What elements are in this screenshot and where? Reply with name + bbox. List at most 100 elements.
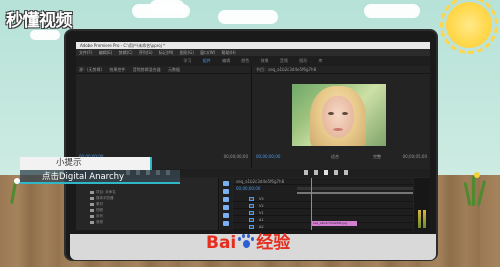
project-panel: 项目: 未命名 媒体浏览器 素材 视频 序列 音频 [76,178,219,230]
tip-accent [150,157,152,170]
menu-bar: 文件(F) 编辑(E) 剪辑(C) 序列(S) 标记(M) 图形(G) 窗口(W… [76,49,430,56]
folder-icon [90,196,94,200]
track-row[interactable]: V1 [233,210,413,216]
cloud [150,0,184,12]
timeline-panel: seq_a1b2c3d4e5f6g7h8 00;00;00;00 V3 V2 V… [233,178,413,230]
program-duration: 00;00;05;00 [402,154,427,159]
folder-icon [90,202,94,206]
tools-panel [220,178,232,230]
portrait-face [322,96,354,138]
audio-meters [414,178,430,230]
menu-sequence[interactable]: 序列(S) [139,50,153,55]
program-timecode[interactable]: 00;00;00;00 [256,154,280,159]
workspace-effects[interactable]: 效果 [261,58,269,63]
monitor: Adobe Premiere Pro - C:\用户\未命名\pproj * 文… [64,29,438,261]
timeline-clip[interactable]: seq_a1b2c3d4e5f6.jpg [311,221,357,226]
folder-icon [90,214,94,218]
app-title-bar: Adobe Premiere Pro - C:\用户\未命名\pproj * [76,42,430,49]
source-monitor-panel: 源：(无剪辑) 效果控件 音频剪辑混合器 元数据 00;00;00;00 00;… [76,66,252,168]
baidu-paw-icon [237,234,255,250]
workspace-bar: 学习 组件 编辑 颜色 效果 音频 图形 库 [76,56,430,66]
slip-tool-icon[interactable] [223,213,229,218]
source-duration: 00;00;00;00 [223,154,248,159]
video-preview [292,84,386,146]
portrait-eye [328,112,334,115]
workspace-libraries[interactable]: 库 [318,58,322,63]
sun-icon [446,2,492,48]
program-mark-in-icon[interactable] [304,170,308,175]
quality-dropdown[interactable]: 完整 [373,154,381,160]
folder-icon [90,190,94,194]
program-mark-out-icon[interactable] [344,170,348,175]
audio-meter-right [423,210,426,228]
track-label: V3 [259,197,264,201]
fit-dropdown[interactable]: 适合 [331,154,339,160]
work-area-bar[interactable] [297,192,413,194]
program-play-icon[interactable] [324,170,328,175]
program-step-forward-icon[interactable] [334,170,338,175]
premiere-window: Adobe Premiere Pro - C:\用户\未命名\pproj * 文… [76,42,430,230]
track-select-tool-icon[interactable] [223,189,229,194]
menu-edit[interactable]: 编辑(E) [99,50,113,55]
workspace-color[interactable]: 颜色 [241,58,249,63]
tab-source[interactable]: 源：(无剪辑) [79,67,102,72]
workspace-assembly[interactable]: 组件 [203,58,211,63]
list-item[interactable]: 媒体浏览器 [90,196,114,201]
grass-blade [472,176,475,206]
source-panel-tabs: 源：(无剪辑) 效果控件 音频剪辑混合器 元数据 [76,66,251,74]
miaodong-logo: 秒懂视频 [6,11,73,31]
baidu-jingyan-watermark: Bai 经验 [206,230,290,256]
menu-window[interactable]: 窗口(W) [200,50,215,55]
track-target[interactable] [249,197,254,201]
flower-icon [474,172,480,178]
audio-meter-left [418,210,421,228]
list-item[interactable]: 序列 [90,214,103,219]
list-item[interactable]: 视频 [90,208,103,213]
list-item[interactable]: 项目: 未命名 [90,190,116,195]
track-target[interactable] [249,218,254,222]
timeline-tabs: seq_a1b2c3d4e5f6g7h8 [233,178,413,185]
tip-text: 点击Digital Anarchy [42,172,125,182]
playhead[interactable] [311,178,312,230]
razor-tool-icon[interactable] [223,205,229,210]
track-row[interactable]: V2 [233,203,413,209]
program-panel-tabs: 节目：seq_a1b2c3d4e5f6g7h8 [253,66,430,74]
cloud [218,10,278,24]
workspace-learn[interactable]: 学习 [184,58,192,63]
pen-tool-icon[interactable] [223,221,229,226]
cloud [364,4,420,18]
tip-title: 小提示 [56,158,82,168]
ripple-edit-tool-icon[interactable] [223,197,229,202]
workspace-audio[interactable]: 音频 [280,58,288,63]
track-label: V1 [259,211,264,215]
tab-sequence[interactable]: seq_a1b2c3d4e5f6g7h8 [236,179,284,184]
track-target[interactable] [249,225,254,229]
list-item[interactable]: 音频 [90,220,103,225]
track-row[interactable]: V3 [233,196,413,202]
baidu-text: Bai [206,233,237,253]
tab-metadata[interactable]: 元数据 [168,67,180,72]
folder-icon [90,208,94,212]
track-target[interactable] [249,204,254,208]
menu-clip[interactable]: 剪辑(C) [119,50,133,55]
program-step-back-icon[interactable] [314,170,318,175]
tab-audio-clip-mixer[interactable]: 音频剪辑混合器 [133,67,161,72]
timeline-timecode[interactable]: 00;00;00;00 [236,186,260,191]
workspace-editing[interactable]: 编辑 [222,58,230,63]
cloud [30,30,60,40]
portrait-lips [333,128,343,131]
selection-tool-icon[interactable] [223,181,229,186]
menu-file[interactable]: 文件(F) [79,50,92,55]
workspace-graphics[interactable]: 图形 [299,58,307,63]
menu-help[interactable]: 帮助(H) [222,50,236,55]
list-item[interactable]: 素材 [90,202,103,207]
tab-effect-controls[interactable]: 效果控件 [109,67,125,72]
track-target[interactable] [249,211,254,215]
tip-header: 小提示 [20,157,150,170]
tip-body: 点击Digital Anarchy [20,170,180,184]
time-ruler[interactable] [297,187,413,190]
menu-graphics[interactable]: 图形(G) [180,50,194,55]
folder-icon [90,220,94,224]
menu-markers[interactable]: 标记(M) [159,50,174,55]
tab-program[interactable]: 节目：seq_a1b2c3d4e5f6g7h8 [256,67,316,72]
